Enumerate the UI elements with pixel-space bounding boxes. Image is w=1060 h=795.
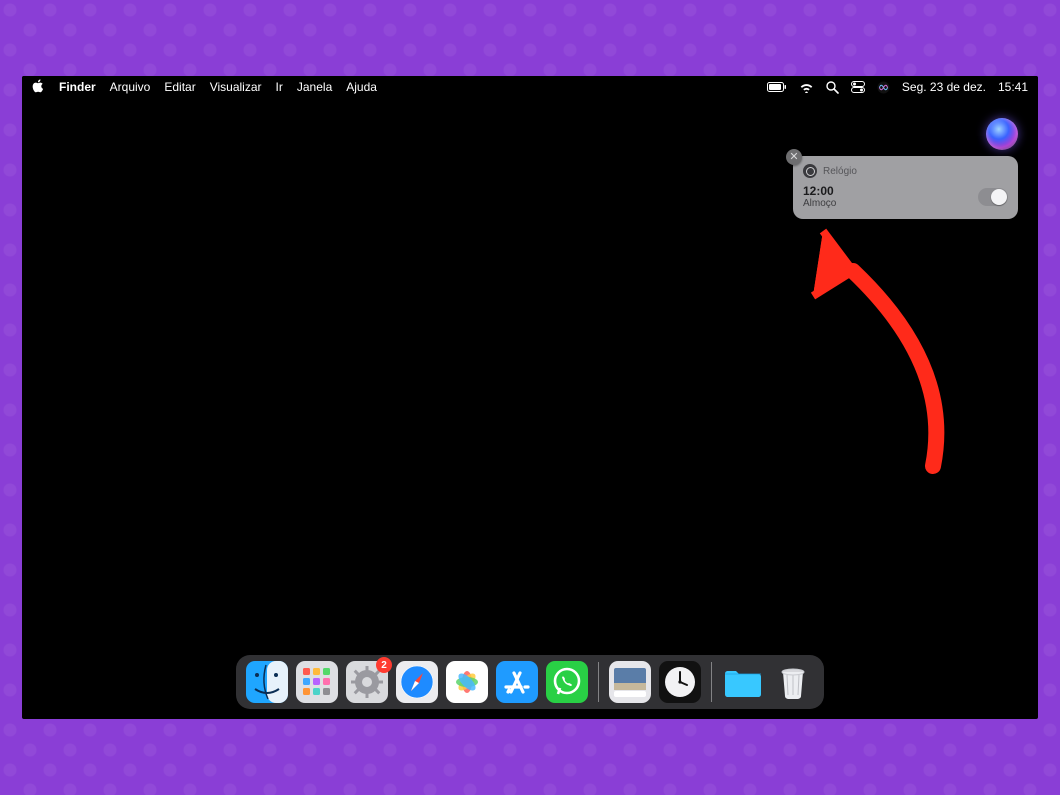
annotation-arrow — [758, 216, 978, 476]
alarm-toggle[interactable] — [978, 188, 1008, 206]
close-icon: ✕ — [789, 152, 798, 163]
dock: 2 — [236, 655, 824, 709]
siri-icon[interactable] — [877, 81, 890, 94]
alarm-label: Almoço — [803, 198, 978, 209]
dock-downloads-folder[interactable] — [722, 661, 764, 703]
battery-icon[interactable] — [767, 82, 787, 93]
menu-arquivo[interactable]: Arquivo — [110, 80, 151, 94]
dock-clock-app[interactable] — [659, 661, 701, 703]
menu-ir[interactable]: Ir — [276, 80, 283, 94]
notification-app-name: Relógio — [823, 166, 857, 177]
apple-menu-icon[interactable] — [32, 79, 45, 95]
alarm-time: 12:00 — [803, 184, 978, 198]
control-center-icon[interactable] — [851, 81, 865, 93]
siri-orb[interactable] — [986, 118, 1018, 150]
menu-visualizar[interactable]: Visualizar — [210, 80, 262, 94]
macos-desktop: Finder Arquivo Editar Visualizar Ir Jane… — [22, 76, 1038, 719]
menu-ajuda[interactable]: Ajuda — [346, 80, 377, 94]
dock-separator — [711, 662, 712, 702]
dock-whatsapp[interactable] — [546, 661, 588, 703]
toggle-knob — [991, 189, 1007, 205]
clock-app-icon — [803, 164, 817, 178]
dock-separator — [598, 662, 599, 702]
menubar-date[interactable]: Seg. 23 de dez. — [902, 80, 986, 94]
active-app-name[interactable]: Finder — [59, 80, 96, 94]
menubar-time[interactable]: 15:41 — [998, 80, 1028, 94]
dock-finder[interactable] — [246, 661, 288, 703]
menu-janela[interactable]: Janela — [297, 80, 332, 94]
dock-safari[interactable] — [396, 661, 438, 703]
dock-photos[interactable] — [446, 661, 488, 703]
spotlight-icon[interactable] — [826, 81, 839, 94]
close-notification-button[interactable]: ✕ — [786, 149, 802, 165]
dock-trash[interactable] — [772, 661, 814, 703]
dock-app-store[interactable] — [496, 661, 538, 703]
menu-bar: Finder Arquivo Editar Visualizar Ir Jane… — [22, 76, 1038, 98]
dock-launchpad[interactable] — [296, 661, 338, 703]
settings-badge: 2 — [376, 657, 392, 673]
wifi-icon[interactable] — [799, 82, 814, 93]
notification-card[interactable]: ✕ Relógio 12:00 Almoço — [793, 156, 1018, 219]
dock-system-settings[interactable]: 2 — [346, 661, 388, 703]
dock-preview-thumbnail[interactable] — [609, 661, 651, 703]
menu-editar[interactable]: Editar — [164, 80, 195, 94]
